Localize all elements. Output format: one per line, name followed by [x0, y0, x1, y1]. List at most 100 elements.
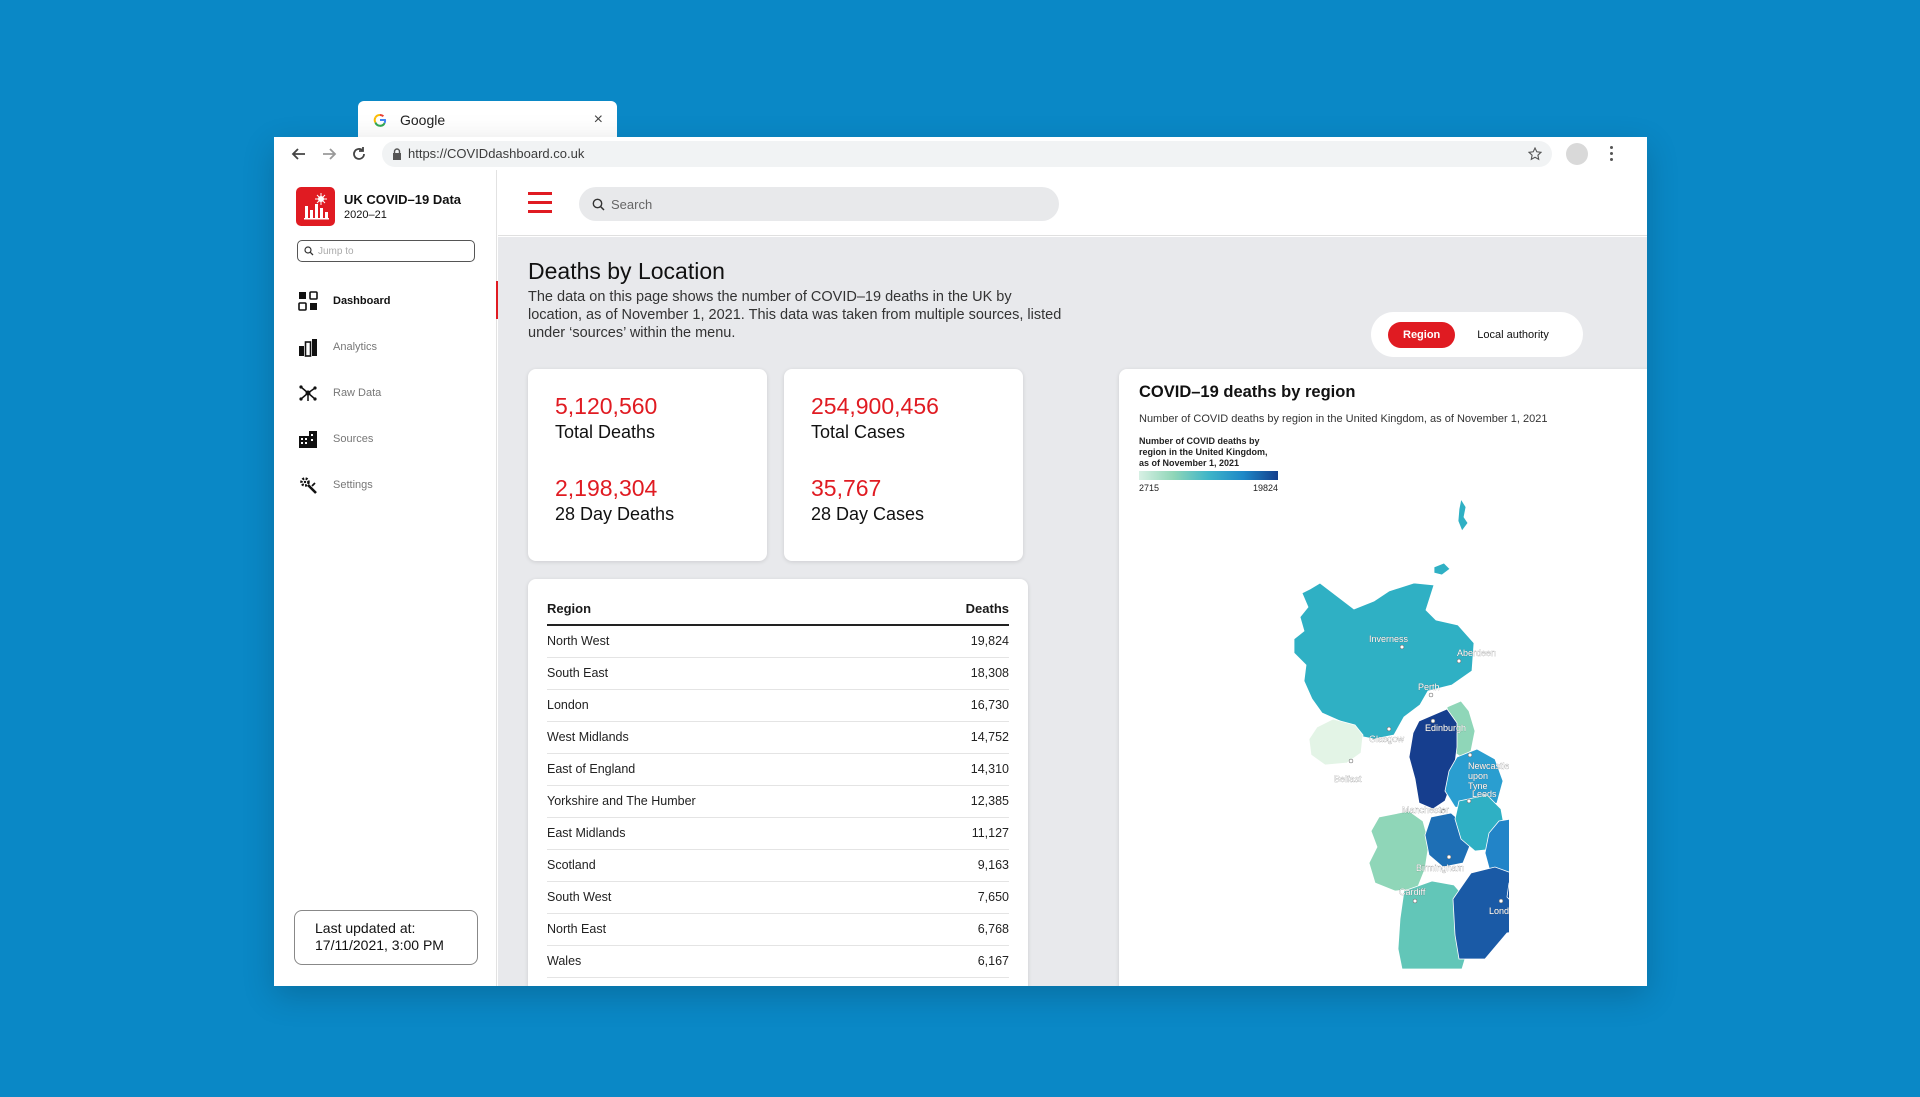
total-cases-label: Total Cases — [811, 422, 906, 442]
legend-min-label: 2715 — [1139, 483, 1160, 493]
region-cell: West Midlands — [547, 721, 905, 754]
map-subtitle: Number of COVID deaths by region in the … — [1139, 413, 1548, 425]
city-dot-birmingham — [1446, 854, 1452, 860]
region-cell: London — [547, 689, 905, 722]
region-cell: Wales — [547, 945, 905, 978]
region-shape-orkney[interactable] — [1433, 562, 1451, 576]
toggle-region-button[interactable]: Region — [1388, 321, 1456, 348]
back-icon[interactable] — [288, 143, 310, 165]
region-shape-wales[interactable] — [1368, 810, 1430, 892]
browser-toolbar: https://COVIDdashboard.co.uk — [274, 137, 1647, 170]
deaths-cell: 16,730 — [904, 689, 1009, 722]
view-toggle: Region Local authority — [1371, 312, 1583, 357]
sources-icon — [297, 428, 319, 450]
day28-cases-label: 28 Day Cases — [811, 504, 925, 524]
legend-max-label: 19824 — [1252, 483, 1278, 493]
city-label-perth: Perth — [1418, 682, 1440, 692]
url-text: https://COVIDdashboard.co.uk — [408, 146, 585, 161]
settings-icon — [297, 474, 319, 496]
day28-cases-value: 35,767 — [811, 475, 882, 501]
deaths-cell: 18,308 — [904, 657, 1009, 690]
legend-title: Number of COVID deaths by region in the … — [1139, 436, 1268, 468]
deaths-cell: 12,385 — [904, 785, 1009, 818]
last-updated-box: Last updated at: 17/11/2021, 3:00 PM — [294, 910, 478, 965]
region-shape-northern-ireland[interactable] — [1308, 718, 1364, 766]
last-updated-label: Last updated at: — [315, 920, 416, 936]
search-icon — [592, 198, 605, 211]
address-bar[interactable]: https://COVIDdashboard.co.uk — [382, 140, 1552, 167]
cases-stat-card: 254,900,456 Total Cases 35,767 28 Day Ca… — [784, 369, 1023, 561]
region-cell: South West — [547, 881, 905, 914]
sidebar-item-analytics[interactable]: Analytics — [274, 324, 497, 370]
deaths-column-header[interactable]: Deaths — [904, 589, 1009, 626]
sidebar-item-sources[interactable]: Sources — [274, 416, 497, 462]
deaths-by-region-table: Region Deaths North West 19,824 South Eas… — [547, 589, 1009, 978]
city-label-edinburgh: Edinburgh — [1425, 723, 1466, 733]
city-label-belfast: Belfast — [1334, 774, 1362, 784]
region-cell: Yorkshire and The Humber — [547, 785, 905, 818]
last-updated-value: 17/11/2021, 3:00 PM — [315, 937, 444, 953]
deaths-cell: 11,127 — [904, 817, 1009, 850]
legend-ticks: 2715 19824 — [1139, 483, 1278, 493]
browser-menu-icon[interactable] — [1604, 146, 1618, 161]
sidebar-item-raw-data[interactable]: Raw Data — [274, 370, 497, 416]
city-dot-inverness — [1399, 644, 1405, 650]
city-label-glasgow: Glasgow — [1369, 734, 1405, 744]
region-cell: South East — [547, 657, 905, 690]
city-label-aberdeen: Aberdeen — [1457, 648, 1496, 658]
table-row: Yorkshire and The Humber 12,385 — [547, 785, 1009, 818]
region-cell: North West — [547, 625, 905, 658]
toggle-local-authority-button[interactable]: Local authority — [1477, 329, 1549, 341]
deaths-cell: 19,824 — [904, 625, 1009, 658]
page-title: Deaths by Location — [528, 258, 725, 284]
search-input[interactable]: Search — [579, 187, 1059, 221]
city-label-leeds: Leeds — [1472, 789, 1497, 799]
total-deaths-value: 5,120,560 — [555, 393, 658, 419]
reload-icon[interactable] — [348, 143, 370, 165]
table-row: East Midlands 11,127 — [547, 817, 1009, 850]
sidebar-item-settings[interactable]: Settings — [274, 462, 497, 508]
table-row: London 16,730 — [547, 689, 1009, 722]
brand: UK COVID–19 Data 2020–21 — [296, 187, 461, 226]
sidebar-item-dashboard[interactable]: Dashboard — [274, 278, 498, 324]
region-cell: North East — [547, 913, 905, 946]
table-row: East of England 14,310 — [547, 753, 1009, 786]
browser-window: https://COVIDdashboard.co.uk UK COVID–19… — [274, 137, 1647, 986]
city-dot-london — [1498, 898, 1504, 904]
search-placeholder: Search — [611, 196, 653, 212]
deaths-cell: 14,752 — [904, 721, 1009, 754]
legend-color-scale — [1139, 471, 1278, 480]
deaths-cell: 6,167 — [904, 945, 1009, 978]
sidebar: UK COVID–19 Data 2020–21 Jump to Dashboa… — [274, 170, 498, 986]
browser-tab[interactable]: Google × — [358, 101, 617, 138]
region-column-header[interactable]: Region — [547, 589, 905, 626]
tab-close-icon[interactable]: × — [594, 111, 603, 129]
deaths-cell: 6,768 — [904, 913, 1009, 946]
hamburger-menu-icon[interactable] — [528, 192, 552, 214]
city-label-inverness: Inverness — [1369, 634, 1409, 644]
table-row: South East 18,308 — [547, 657, 1009, 690]
table-header-row: Region Deaths — [547, 589, 1009, 626]
deaths-cell: 9,163 — [904, 849, 1009, 882]
city-dot-perth — [1428, 692, 1434, 698]
tab-title: Google — [400, 111, 446, 128]
region-cell: Scotland — [547, 849, 905, 882]
sidebar-nav: Dashboard Analytics Raw Data Sources Set… — [274, 278, 498, 508]
star-icon[interactable] — [1528, 146, 1542, 161]
city-label-cardiff: Cardiff — [1399, 887, 1426, 897]
table-row: Wales 6,167 — [547, 945, 1009, 978]
city-dot-belfast — [1348, 758, 1354, 764]
profile-avatar[interactable] — [1566, 142, 1588, 165]
table-row: West Midlands 14,752 — [547, 721, 1009, 754]
region-shape-shetland[interactable] — [1457, 499, 1469, 532]
city-label-birmingham: Birmingham — [1416, 863, 1464, 873]
region-cell: East of England — [547, 753, 905, 786]
jump-to-input[interactable]: Jump to — [297, 240, 475, 262]
deaths-cell: 14,310 — [904, 753, 1009, 786]
main-content: Deaths by Location The data on this page… — [498, 237, 1647, 986]
city-label-manchester: Manchester — [1402, 805, 1449, 815]
dashboard-icon — [297, 290, 319, 312]
table-row: Scotland 9,163 — [547, 849, 1009, 882]
forward-icon[interactable] — [318, 143, 340, 165]
region-cell: East Midlands — [547, 817, 905, 850]
